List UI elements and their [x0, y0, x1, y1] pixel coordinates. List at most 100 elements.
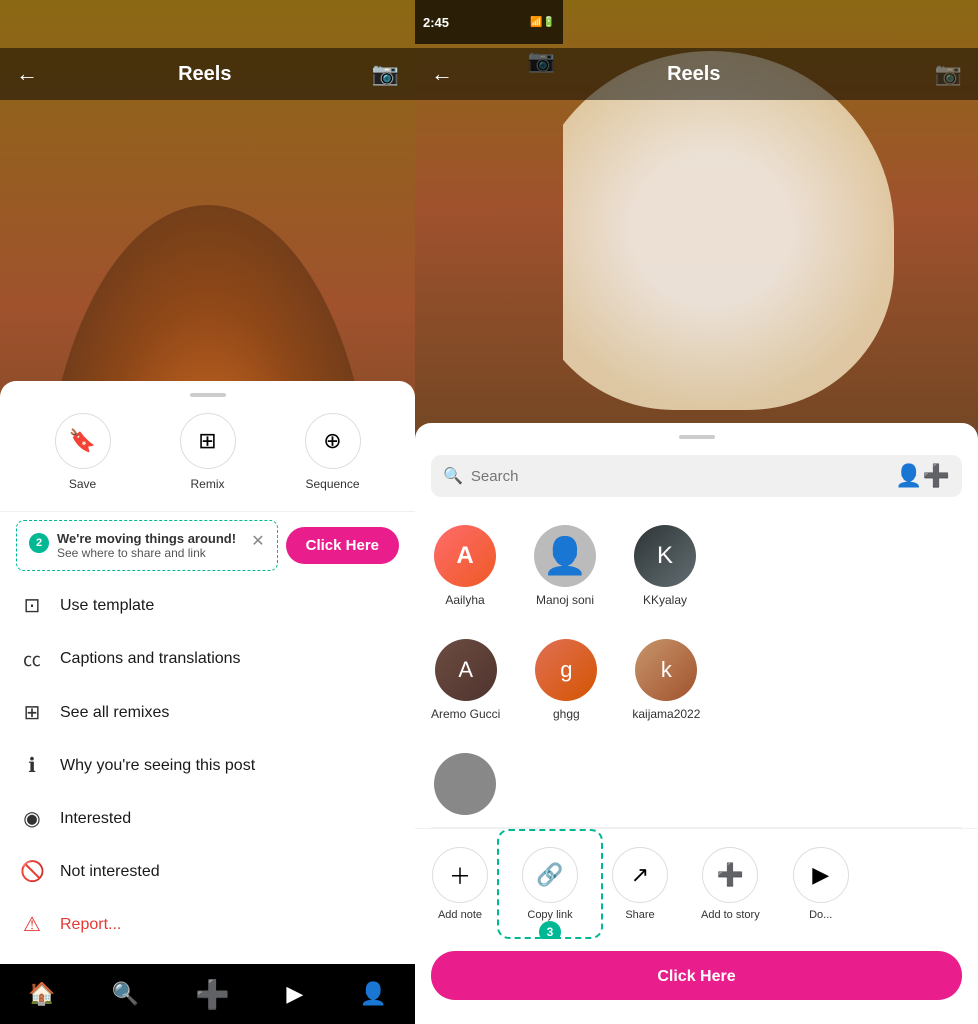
nav-search[interactable]: 🔍 — [112, 981, 139, 1007]
copy-link-action[interactable]: 🔗 Copy link 3 — [505, 837, 595, 931]
use-template-label: Use template — [60, 597, 154, 615]
tooltip-banner: 2 We're moving things around! See where … — [16, 520, 278, 571]
sheet-actions: 🔖 Save ⊞ Remix ⊕ Sequence — [0, 413, 415, 512]
sequence-icon: ⊕ — [305, 413, 361, 469]
contacts-row-2: A Aremo Gucci g ghgg k kaijama2022 — [415, 623, 978, 737]
camera-icon-right[interactable]: 📷 — [935, 61, 962, 87]
share-icon-wrap: ↗ — [612, 847, 668, 903]
tooltip-click-here-button[interactable]: Click Here — [286, 527, 399, 564]
remixes-icon: ⊞ — [20, 700, 44, 725]
why-seeing-label: Why you're seeing this post — [60, 757, 255, 775]
save-icon: 🔖 — [55, 413, 111, 469]
share-arrow-icon: ↗ — [631, 862, 649, 888]
contacts-row-1: A Aailyha 👤 Manoj soni K KKyalay — [415, 509, 978, 623]
contact-ghgg[interactable]: g ghgg — [516, 631, 616, 729]
interested-icon: ◉ — [20, 806, 44, 831]
why-seeing-item[interactable]: ℹ Why you're seeing this post — [0, 739, 415, 792]
avatar-manoj: 👤 — [534, 525, 596, 587]
report-icon: ⚠ — [20, 912, 44, 937]
step-badge-2: 2 — [29, 533, 49, 553]
step-badge-3: 3 — [539, 921, 561, 939]
remix-action[interactable]: ⊞ Remix — [180, 413, 236, 491]
share-actions-row: ＋ Add note 🔗 Copy link 3 ↗ — [415, 828, 978, 939]
share-label: Share — [625, 909, 654, 921]
save-action[interactable]: 🔖 Save — [55, 413, 111, 491]
bottom-nav-left: 🏠 🔍 ➕ ▶ 👤 — [0, 964, 415, 1024]
contact-name-aailyha: Aailyha — [445, 593, 484, 607]
contact-manoj[interactable]: 👤 Manoj soni — [515, 517, 615, 615]
contact-aailyha[interactable]: A Aailyha — [415, 517, 515, 615]
share-actions-wrapper: ＋ Add note 🔗 Copy link 3 ↗ — [415, 828, 978, 939]
tooltip-text-wrap: We're moving things around! See where to… — [57, 531, 243, 560]
remix-icon: ⊞ — [180, 413, 236, 469]
status-bar-middle: 2:45 📶🔋 — [415, 0, 563, 44]
interested-item[interactable]: ◉ Interested — [0, 792, 415, 845]
contact-name-kkyalay: KKyalay — [643, 593, 687, 607]
report-item[interactable]: ⚠ Report... — [0, 898, 415, 951]
share-action-item[interactable]: ↗ Share — [595, 837, 685, 931]
add-person-icon[interactable]: 👤➕ — [895, 463, 950, 489]
reels-header-left: ← Reels 📷 — [0, 48, 415, 100]
contact-kkyalay[interactable]: K KKyalay — [615, 517, 715, 615]
back-button-left[interactable]: ← — [16, 61, 38, 87]
add-note-icon-wrap: ＋ — [432, 847, 488, 903]
interested-label: Interested — [60, 810, 131, 828]
tooltip-line1: We're moving things around! — [57, 531, 243, 546]
add-note-label: Add note — [438, 909, 482, 921]
reels-title-right: Reels — [667, 63, 720, 86]
click-here-bubble-right[interactable]: Click Here — [597, 958, 797, 996]
add-story-label: Add to story — [701, 909, 760, 921]
add-note-action[interactable]: ＋ Add note — [415, 837, 505, 931]
copy-link-icon: 🔗 — [536, 862, 563, 888]
avatar-aailyha: A — [434, 525, 496, 587]
see-remixes-item[interactable]: ⊞ See all remixes — [0, 686, 415, 739]
captions-label: Captions and translations — [60, 650, 241, 668]
report-label: Report... — [60, 916, 121, 934]
sequence-label: Sequence — [305, 477, 359, 491]
contact-name-ghgg: ghgg — [553, 707, 580, 721]
use-template-item[interactable]: ⊡ Use template — [0, 579, 415, 632]
add-story-icon: ➕ — [717, 862, 744, 888]
search-icon: 🔍 — [443, 466, 463, 486]
remix-label: Remix — [190, 477, 224, 491]
sheet-handle-right — [679, 435, 715, 439]
search-input[interactable] — [471, 468, 887, 485]
camera-icon-left[interactable]: 📷 — [372, 61, 399, 87]
tooltip-row: 2 We're moving things around! See where … — [0, 512, 415, 579]
remixes-label: See all remixes — [60, 704, 169, 722]
nav-create[interactable]: ➕ — [195, 978, 230, 1011]
sheet-handle-left — [190, 393, 226, 397]
contact-aremo[interactable]: A Aremo Gucci — [415, 631, 516, 729]
contact-kaijama[interactable]: k kaijama2022 — [616, 631, 716, 729]
time-middle: 2:45 — [423, 15, 449, 30]
captions-icon: ㏄ — [20, 646, 44, 672]
use-template-icon: ⊡ — [20, 593, 44, 618]
sequence-action[interactable]: ⊕ Sequence — [305, 413, 361, 491]
avatar-placeholder-manoj: 👤 — [543, 535, 588, 577]
captions-item[interactable]: ㏄ Captions and translations — [0, 632, 415, 686]
search-bar[interactable]: 🔍 👤➕ — [431, 455, 962, 497]
contact-name-aremo: Aremo Gucci — [431, 707, 500, 721]
tooltip-line2: See where to share and link — [57, 546, 243, 560]
back-button-right[interactable]: ← — [431, 61, 453, 87]
nav-reels[interactable]: ▶ — [286, 981, 303, 1007]
reels-title-left: Reels — [178, 63, 231, 86]
status-icons-middle: 📶🔋 — [530, 17, 555, 28]
avatar-kkyalay: K — [634, 525, 696, 587]
copy-link-icon-wrap: 🔗 — [522, 847, 578, 903]
reels-header-right: ← Reels 📷 — [415, 48, 978, 100]
not-interested-item[interactable]: 🚫 Not interested — [0, 845, 415, 898]
avatar-kaijama: k — [635, 639, 697, 701]
not-interested-icon: 🚫 — [20, 859, 44, 884]
add-to-story-action[interactable]: ➕ Add to story — [685, 837, 776, 931]
do-more-action[interactable]: ▶ Do... — [776, 837, 866, 931]
nav-profile[interactable]: 👤 — [359, 981, 386, 1007]
contact-partial-1[interactable] — [415, 745, 515, 823]
nav-home[interactable]: 🏠 — [28, 981, 55, 1007]
do-more-label: Do... — [809, 909, 832, 921]
add-story-icon-wrap: ➕ — [702, 847, 758, 903]
contact-name-kaijama: kaijama2022 — [632, 707, 700, 721]
copy-link-label: Copy link — [527, 909, 572, 921]
left-panel: 2:45 🔑 ▲ 🔇 📶 🔋 ← Reels 📷 🔖 Save ⊞ Remix — [0, 0, 415, 1024]
tooltip-close-button[interactable]: ✕ — [251, 531, 264, 551]
